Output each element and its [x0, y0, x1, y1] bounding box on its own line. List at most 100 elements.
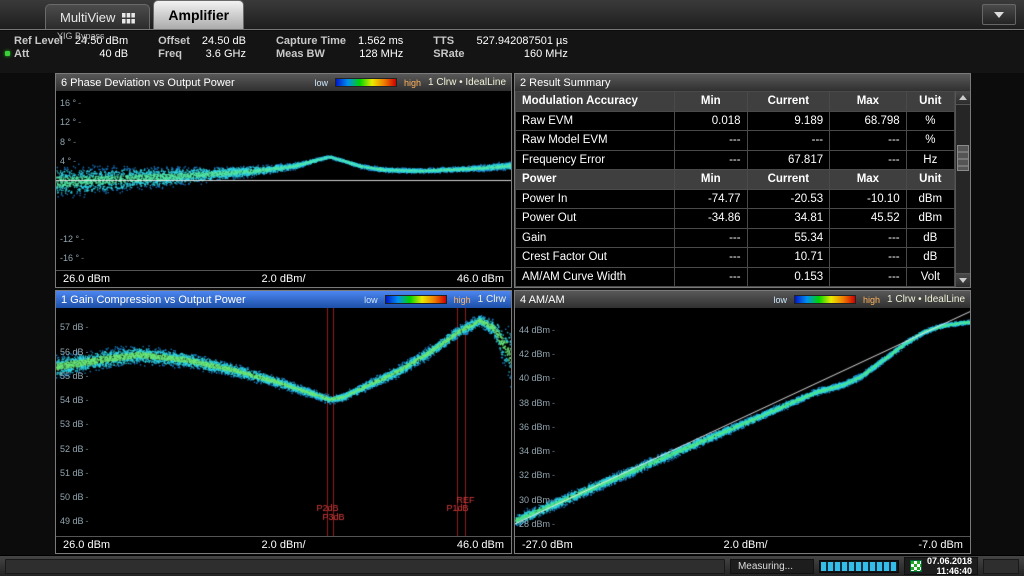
- table-scrollbar[interactable]: [955, 91, 970, 287]
- triangle-down-icon: [959, 278, 967, 283]
- y-tick-label: -12 °: [60, 234, 84, 244]
- tts-value: 527.942087501 µs: [476, 35, 567, 48]
- phase-deviation-chart: 16 ° 12 ° 8 ° 4 ° -12 ° -16 °: [56, 91, 511, 270]
- y-tick-label: 38 dBm: [519, 398, 555, 408]
- legend-low-label: low: [314, 78, 328, 88]
- settings-header: Ref Level 24.50 dBm Att 40 dB Offset 24.…: [0, 31, 1024, 73]
- panel-amam-title: 4 AM/AM: [520, 294, 766, 306]
- trace-label: 1 Clrw • IdealLine: [887, 294, 965, 305]
- tab-multiview-label: MultiView: [60, 10, 115, 25]
- scrollbar-thumb[interactable]: [957, 145, 969, 171]
- color-gradient-legend: [385, 295, 447, 304]
- results-area: 6 Phase Deviation vs Output Power low hi…: [0, 73, 1024, 555]
- panel-summary-title-bar[interactable]: 2 Result Summary: [515, 74, 970, 91]
- tab-multiview[interactable]: MultiView: [45, 4, 150, 29]
- y-tick-label: 49 dB: [60, 516, 89, 526]
- triangle-up-icon: [959, 95, 967, 100]
- legend-high-label: high: [863, 295, 880, 305]
- y-tick-label: 42 dBm: [519, 349, 555, 359]
- channel-tab-bar: MultiView Amplifier: [0, 0, 1024, 30]
- tab-amplifier[interactable]: Amplifier: [153, 0, 244, 29]
- capture-time-value: 1.562 ms: [358, 35, 403, 48]
- scroll-down-button[interactable]: [956, 273, 970, 287]
- table-row: Power In-74.77-20.53-10.10dBm: [516, 189, 955, 209]
- panel-gain-title-bar[interactable]: 1 Gain Compression vs Output Power low h…: [56, 291, 511, 308]
- table-row: Power Out-34.8634.8145.52dBm: [516, 209, 955, 229]
- y-tick-label: 55 dB: [60, 371, 89, 381]
- header-group-capture[interactable]: Capture Time 1.562 ms Meas BW 128 MHz: [276, 35, 403, 61]
- x-axis-start-label: 26.0 dBm: [63, 539, 110, 551]
- amam-chart-canvas[interactable]: [515, 308, 970, 536]
- y-tick-label: 32 dBm: [519, 470, 555, 480]
- freq-value: 3.6 GHz: [202, 48, 246, 61]
- analyzer-screen: MultiView Amplifier Ref Level 24.50 dBm …: [0, 0, 1024, 576]
- panel-gain-title: 1 Gain Compression vs Output Power: [61, 294, 357, 306]
- panel-amam: 4 AM/AM low high 1 Clrw • IdealLine 44 d…: [514, 290, 971, 554]
- y-tick-label: 16 °: [60, 98, 81, 108]
- panel-phase-title-bar[interactable]: 6 Phase Deviation vs Output Power low hi…: [56, 74, 511, 91]
- datetime-box: 07.06.2018 11:46:40: [904, 557, 978, 575]
- table-row: Frequency Error---67.817---Hz: [516, 150, 955, 170]
- window-menu-button[interactable]: [982, 4, 1016, 25]
- panel-amam-title-bar[interactable]: 4 AM/AM low high 1 Clrw • IdealLine: [515, 291, 970, 308]
- phase-x-axis: 26.0 dBm 2.0 dBm/ 46.0 dBm: [56, 270, 511, 287]
- x-axis-start-label: 26.0 dBm: [63, 273, 110, 285]
- y-tick-label: 8 °: [60, 137, 76, 147]
- y-tick-label: 12 °: [60, 117, 81, 127]
- gain-x-axis: 26.0 dBm 2.0 dBm/ 46.0 dBm: [56, 536, 511, 553]
- table-row: Gain---55.34---dB: [516, 228, 955, 248]
- meas-bw-value: 128 MHz: [358, 48, 403, 61]
- x-axis-start-label: -27.0 dBm: [522, 539, 573, 551]
- panel-result-summary: 2 Result Summary Modulation Accuracy Min…: [514, 73, 971, 288]
- x-axis-stop-label: 46.0 dBm: [457, 273, 504, 285]
- measurement-status: Measuring...: [730, 559, 814, 574]
- y-tick-label: 56 dB: [60, 347, 89, 357]
- measurement-progress-bar: [819, 560, 899, 573]
- table-row: Raw EVM0.0189.18968.798%: [516, 111, 955, 131]
- chevron-down-icon: [994, 12, 1004, 18]
- y-tick-label: 51 dB: [60, 468, 89, 478]
- tab-amplifier-label: Amplifier: [168, 7, 229, 23]
- status-bar-end-box: [983, 559, 1019, 574]
- y-tick-label: 57 dB: [60, 322, 89, 332]
- table-row: AM/AM Curve Width---0.153---Volt: [516, 267, 955, 287]
- legend-high-label: high: [404, 78, 421, 88]
- yig-bypass-label: YIG Bypass: [57, 31, 105, 41]
- scroll-up-button[interactable]: [956, 91, 970, 105]
- progress-fill: [821, 562, 897, 571]
- status-time: 11:46:40: [936, 566, 972, 576]
- offset-label: Offset: [158, 35, 190, 48]
- x-axis-scale-label: 2.0 dBm/: [261, 539, 305, 551]
- y-tick-label: 54 dB: [60, 395, 89, 405]
- att-value: 40 dB: [75, 48, 128, 61]
- srate-value: 160 MHz: [476, 48, 567, 61]
- panel-phase-title: 6 Phase Deviation vs Output Power: [61, 77, 307, 89]
- y-tick-label: 34 dBm: [519, 446, 555, 456]
- freq-label: Freq: [158, 48, 190, 61]
- gain-compression-chart-canvas[interactable]: [56, 308, 511, 536]
- legend-low-label: low: [364, 295, 378, 305]
- att-label: Att: [14, 48, 63, 61]
- amam-chart: 44 dBm42 dBm40 dBm38 dBm36 dBm34 dBm32 d…: [515, 308, 970, 536]
- panel-gain-compression: 1 Gain Compression vs Output Power low h…: [55, 290, 512, 554]
- srate-label: SRate: [433, 48, 464, 61]
- y-tick-label: 28 dBm: [519, 519, 555, 529]
- y-tick-label: 52 dB: [60, 444, 89, 454]
- y-tick-label: 4 °: [60, 156, 76, 166]
- tts-label: TTS: [433, 35, 464, 48]
- ref-level-label: Ref Level: [14, 35, 63, 48]
- y-tick-label: -16 °: [60, 253, 84, 263]
- y-tick-label: 53 dB: [60, 419, 89, 429]
- trace-label: 1 Clrw • IdealLine: [428, 77, 506, 88]
- table-row: Raw Model EVM---------%: [516, 131, 955, 151]
- phase-deviation-chart-canvas[interactable]: [56, 91, 511, 270]
- color-gradient-legend: [335, 78, 397, 87]
- offset-value: 24.50 dB: [202, 35, 246, 48]
- header-group-freq[interactable]: Offset 24.50 dB Freq 3.6 GHz: [158, 35, 246, 61]
- y-tick-label: 50 dB: [60, 492, 89, 502]
- panel-phase-deviation: 6 Phase Deviation vs Output Power low hi…: [55, 73, 512, 288]
- att-status-led: [5, 51, 10, 56]
- y-tick-label: 36 dBm: [519, 422, 555, 432]
- table-section-header: Modulation Accuracy Min Current Max Unit: [516, 92, 955, 112]
- header-group-timing[interactable]: TTS 527.942087501 µs SRate 160 MHz: [433, 35, 568, 61]
